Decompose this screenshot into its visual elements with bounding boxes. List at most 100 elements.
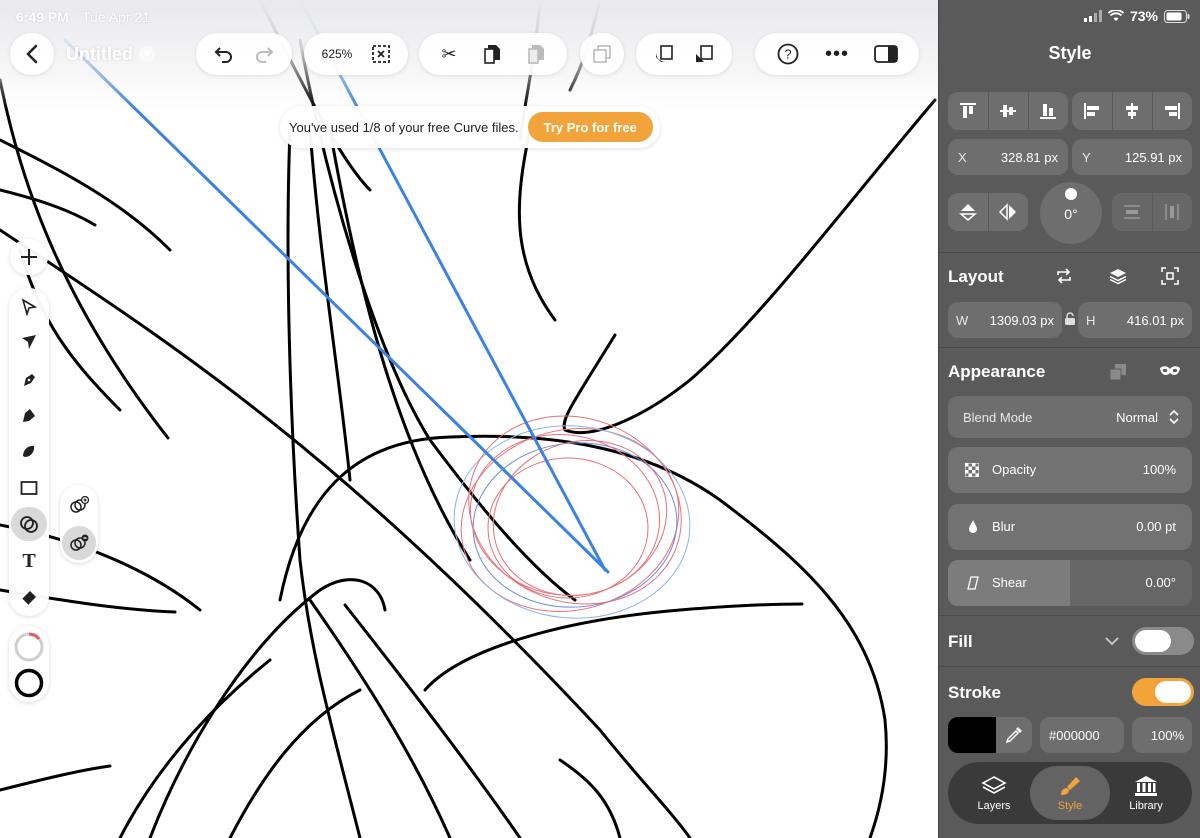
shear-icon [967,576,979,590]
fill-expand-button[interactable] [1104,634,1120,652]
stroke-opacity-value: 100% [1150,728,1184,743]
bring-forward-button[interactable] [647,37,681,71]
shape-builder-tool[interactable] [11,507,47,541]
chevron-down-icon[interactable]: ▼ [139,46,155,62]
align-left-button[interactable] [1072,92,1112,130]
flip-vertical-button[interactable] [948,193,988,231]
aspect-lock-button[interactable] [1064,312,1076,331]
repeat-icon [1057,268,1071,284]
distribute-horizontal-button[interactable] [1152,193,1192,231]
redo-button[interactable] [247,37,281,71]
add-button[interactable] [10,239,48,275]
eyedropper-button[interactable] [996,717,1032,753]
eraser-icon [21,591,36,606]
y-label: Y [1082,150,1091,165]
tab-library[interactable]: Library [1106,766,1186,820]
select-tool[interactable] [11,290,47,324]
subtract-shapes-button[interactable] [62,526,96,560]
text-tool[interactable]: T [11,544,47,578]
rotation-dial[interactable]: 0° [1040,182,1102,244]
send-backward-button[interactable] [687,37,721,71]
rotation-value: 0° [1064,206,1078,222]
distribute-vertical-button[interactable] [1112,193,1152,231]
distribute-horizontal-icon [1165,204,1179,220]
stroke-hex-field[interactable]: #000000 [1040,717,1124,753]
rectangle-tool[interactable] [11,471,47,505]
x-field[interactable]: X 328.81 px [948,139,1068,175]
align-left-icon [1084,103,1099,119]
help-button[interactable]: ? [771,37,805,71]
direct-select-tool[interactable] [11,325,47,359]
merge-shapes-button[interactable] [62,488,96,522]
tab-layers[interactable]: Layers [954,766,1034,820]
height-field[interactable]: H 416.01 px [1078,302,1192,338]
rotation-handle[interactable] [1065,188,1077,200]
try-pro-button[interactable]: Try Pro for free [527,112,653,142]
back-button[interactable] [10,33,54,75]
auto-resize-button[interactable] [1055,267,1073,290]
drawing-canvas[interactable]: 6:49 PM Tue Apr 21 Untitled ▼ 625% ✂ ? •… [0,0,940,838]
paste-icon [528,45,544,64]
stroke-toggle[interactable] [1132,678,1194,706]
width-field[interactable]: W 1309.03 px [948,302,1062,338]
blur-slider[interactable]: Blur 0.00 pt [948,504,1192,550]
copy-button[interactable] [476,37,510,71]
tab-library-label: Library [1129,799,1163,812]
stroke-color-well[interactable] [13,667,45,699]
y-value: 125.91 px [1124,150,1182,165]
align-bottom-button[interactable] [1028,92,1068,130]
brush-tool[interactable] [11,434,47,468]
mask-button[interactable] [1159,364,1181,383]
align-middle-icon [1000,105,1016,117]
document-title[interactable]: Untitled [66,44,133,65]
align-center-button[interactable] [1112,92,1152,130]
align-right-button[interactable] [1152,92,1192,130]
duplicate-button[interactable] [585,37,619,71]
wifi-icon [1107,10,1124,21]
chevron-updown-icon [1169,409,1179,425]
fill-color-well[interactable] [13,631,45,663]
flip-horizontal-button[interactable] [988,193,1028,231]
checkerboard-icon [965,463,979,477]
stroke-opacity-field[interactable]: 100% [1132,717,1192,753]
app-group: ? ••• [755,33,919,75]
inspector-panel: 73% Style X 328.81 px Y 125.91 px 0° Lay… [938,0,1200,838]
undo-button[interactable] [207,37,241,71]
style-copy-button[interactable] [1109,363,1127,386]
deselect-button[interactable] [364,37,398,71]
unlock-icon [1065,312,1075,325]
status-time: 6:49 PM [16,9,69,25]
eraser-tool[interactable] [11,580,47,614]
pencil-tool[interactable] [11,398,47,432]
clipboard-group: ✂ [419,33,567,75]
layers-stack-button[interactable] [1109,267,1127,290]
merge-shapes-icon [70,495,90,513]
toggle-panel-button[interactable] [869,37,903,71]
more-button[interactable]: ••• [820,37,854,71]
shape-builder-icon [20,516,38,533]
stroke-color-swatch[interactable] [948,717,996,753]
fit-frame-button[interactable] [1161,267,1179,290]
y-field[interactable]: Y 125.91 px [1072,139,1192,175]
align-middle-button[interactable] [988,92,1028,130]
brush-icon [23,445,35,457]
bring-forward-icon [656,45,673,62]
fill-toggle[interactable] [1132,627,1194,655]
opacity-slider[interactable]: Opacity 100% [948,447,1192,493]
flip-vertical-icon [958,204,978,221]
blend-mode-select[interactable]: Blend Mode Normal [948,396,1192,438]
zoom-button[interactable]: 625% [314,37,360,71]
align-top-button[interactable] [948,92,988,130]
pen-tool[interactable] [11,362,47,396]
align-bottom-icon [1040,104,1056,119]
paste-button[interactable] [520,37,554,71]
fill-toggle-knob [1135,630,1171,652]
layout-title: Layout [948,267,1004,286]
tool-palette: T [9,288,49,616]
shear-slider[interactable]: Shear 0.00° [948,560,1192,606]
cut-button[interactable]: ✂ [432,37,466,71]
stack-icon [1109,269,1127,285]
tab-style[interactable]: Style [1030,766,1110,820]
view-group: 625% [304,33,408,75]
stroke-hex-value: #000000 [1049,728,1100,743]
